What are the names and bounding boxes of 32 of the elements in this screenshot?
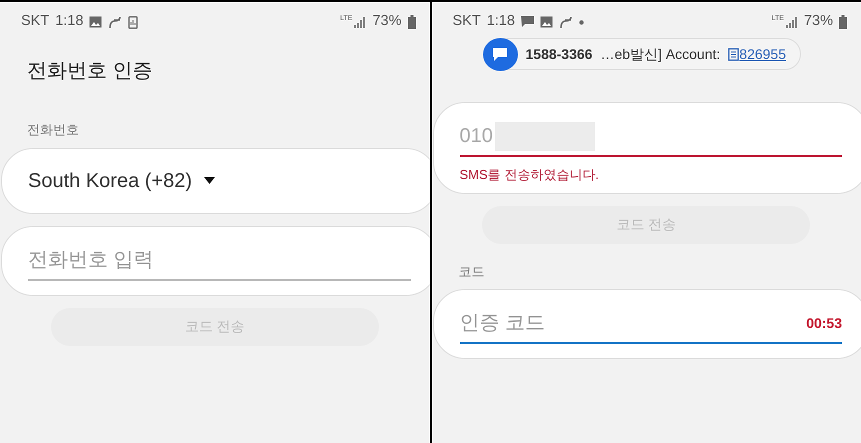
field-label: 전화번호 — [27, 122, 79, 137]
dot-icon — [578, 20, 584, 24]
battery-text: 73% — [804, 12, 833, 32]
input-field[interactable]: 010 SMS를 전송하였습니다. — [432, 102, 861, 194]
input-field[interactable]: 인증 코드 00:53 — [432, 289, 861, 359]
notification-banner[interactable]: 1588-3366 …eb발신] Account: 826955 — [484, 38, 801, 70]
battery-icon — [408, 15, 416, 29]
clock-text: 1:18 — [55, 12, 84, 32]
screen-title: 전화번호 인증 — [27, 60, 153, 82]
code-link[interactable]: 826955 — [739, 44, 786, 64]
clock-text: 1:18 — [486, 12, 515, 32]
carrier-text: SKT — [21, 12, 50, 32]
message-icon — [482, 38, 518, 70]
country-dropdown[interactable]: South Korea (+82) — [1, 148, 430, 214]
battery-text: 73% — [372, 12, 402, 32]
message-text: …eb발신] Account: — [600, 44, 720, 64]
picture-icon — [540, 16, 553, 28]
picture-icon — [89, 16, 102, 28]
sender-text: 1588-3366 — [526, 44, 592, 64]
link-icon — [108, 16, 122, 28]
carrier-text: SKT — [452, 12, 481, 32]
signal-icon — [354, 16, 366, 28]
link-icon — [558, 16, 573, 28]
copy-icon — [728, 48, 740, 60]
chat-icon — [520, 16, 534, 28]
field-label: 코드 — [458, 264, 484, 278]
signal-icon — [786, 16, 798, 28]
timer-text: 00:53 — [806, 314, 842, 332]
battery-icon — [839, 15, 847, 29]
phone-icon — [128, 16, 138, 28]
caret-icon — [204, 177, 215, 184]
helper-text: SMS를 전송하였습니다. — [460, 167, 599, 182]
